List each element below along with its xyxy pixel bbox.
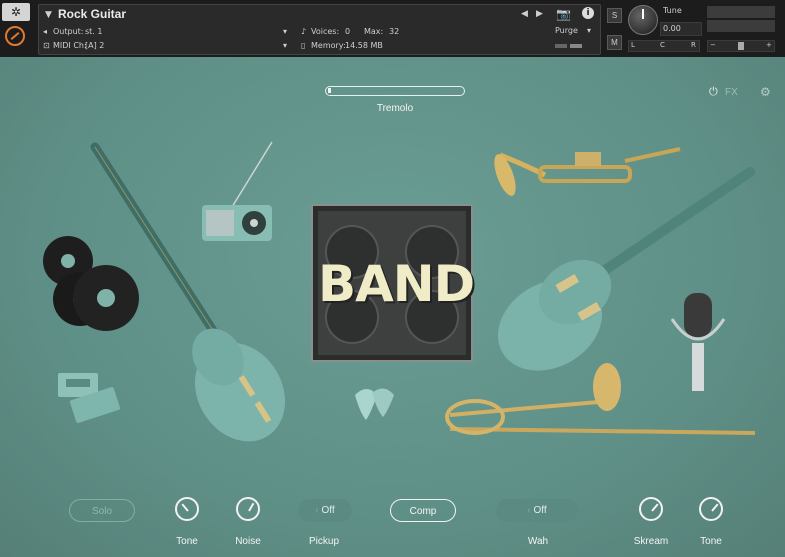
tone-knob[interactable] bbox=[175, 497, 199, 521]
midi-label: MIDI Ch: bbox=[53, 41, 87, 50]
tone-2-label: Tone bbox=[700, 536, 722, 547]
output-icon: ◂ bbox=[43, 27, 48, 36]
skream-label: Skream bbox=[633, 536, 669, 547]
noise-knob[interactable] bbox=[236, 497, 260, 521]
tone-2-knob[interactable] bbox=[699, 497, 723, 521]
voices-icon: ♪ bbox=[301, 27, 307, 36]
midi-icon: ⊡ bbox=[43, 41, 50, 50]
level-meter-left bbox=[555, 44, 567, 48]
trumpet-icon bbox=[494, 147, 681, 196]
kontakt-logo-icon bbox=[5, 26, 25, 46]
next-instrument-icon[interactable]: ▶ bbox=[536, 9, 543, 19]
pickup-value: Off bbox=[321, 505, 335, 516]
output-meter-top bbox=[707, 6, 775, 18]
volume-slider[interactable]: − + bbox=[707, 40, 775, 52]
wah-value: Off bbox=[533, 505, 547, 516]
mute-instrument-button[interactable]: M bbox=[607, 35, 622, 50]
memory-label: Memory: bbox=[311, 41, 346, 50]
trombone-icon bbox=[445, 363, 756, 435]
purge-arrow-icon[interactable]: ▾ bbox=[587, 26, 591, 35]
max-voices-value[interactable]: 32 bbox=[389, 27, 399, 36]
pan-right-label: R bbox=[691, 41, 696, 49]
pickup-selector[interactable]: ‹ Off bbox=[298, 499, 352, 522]
noise-label: Noise bbox=[235, 536, 261, 547]
instrument-header: ✲ ▼ Rock Guitar ◂ Output: st. 1 ▾ ⊡ MIDI… bbox=[0, 0, 785, 58]
level-meter-right bbox=[570, 44, 582, 48]
camera-icon[interactable]: 📷 bbox=[556, 7, 571, 21]
instrument-main-panel: Tremolo ⏻ FX ⚙ BAND Solo Tone Noise ‹ Of… bbox=[0, 57, 785, 557]
cassette-tapes-icon bbox=[58, 373, 121, 423]
voices-value: 0 bbox=[345, 27, 351, 36]
collapse-arrow-icon[interactable]: ▼ bbox=[45, 10, 52, 20]
pickup-label: Pickup bbox=[308, 536, 339, 547]
radio-icon bbox=[202, 141, 273, 241]
solo-button[interactable]: Solo bbox=[69, 499, 135, 522]
tune-knob[interactable] bbox=[628, 5, 658, 35]
voices-label: Voices: bbox=[311, 27, 340, 36]
vinyl-records-icon bbox=[43, 236, 139, 331]
midi-channel-dropdown[interactable]: [A] 2 bbox=[85, 41, 104, 50]
output-dropdown-arrow-icon[interactable]: ▾ bbox=[283, 27, 287, 36]
tone-label: Tone bbox=[176, 536, 198, 547]
volume-handle[interactable] bbox=[738, 42, 744, 50]
pan-left-label: L bbox=[631, 41, 635, 49]
memory-value: 14.58 MB bbox=[345, 41, 383, 50]
memory-icon: ▯ bbox=[301, 41, 306, 50]
guitar-picks-icon bbox=[355, 388, 394, 420]
electric-guitar-icon bbox=[497, 167, 755, 371]
wah-selector[interactable]: ‹ Off bbox=[496, 499, 578, 522]
output-label: Output: bbox=[53, 27, 84, 36]
output-meter-bottom bbox=[707, 20, 775, 32]
volume-plus-label: + bbox=[766, 41, 772, 49]
tune-label: Tune bbox=[663, 6, 682, 15]
skream-knob[interactable] bbox=[639, 497, 663, 521]
solo-instrument-button[interactable]: S bbox=[607, 8, 622, 23]
amp-band-text: BAND bbox=[318, 255, 475, 313]
volume-minus-label: − bbox=[710, 41, 716, 49]
instrument-info-panel: ▼ Rock Guitar ◂ Output: st. 1 ▾ ⊡ MIDI C… bbox=[38, 4, 601, 55]
prev-instrument-icon[interactable]: ◀ bbox=[521, 9, 528, 19]
tune-value[interactable]: 0.00 bbox=[660, 22, 702, 36]
rack-view-icon[interactable]: ✲ bbox=[2, 3, 30, 21]
wah-label: Wah bbox=[527, 536, 549, 547]
microphone-icon bbox=[670, 293, 726, 391]
output-dropdown[interactable]: st. 1 bbox=[85, 27, 102, 36]
pan-slider[interactable]: L C R bbox=[628, 40, 700, 52]
instrument-name[interactable]: Rock Guitar bbox=[58, 7, 126, 21]
purge-dropdown[interactable]: Purge bbox=[555, 26, 578, 35]
max-voices-label: Max: bbox=[364, 27, 384, 36]
midi-dropdown-arrow-icon[interactable]: ▾ bbox=[283, 41, 287, 50]
pan-center-label: C bbox=[660, 41, 665, 49]
info-icon[interactable]: i bbox=[582, 7, 594, 19]
comp-button[interactable]: Comp bbox=[390, 499, 456, 522]
